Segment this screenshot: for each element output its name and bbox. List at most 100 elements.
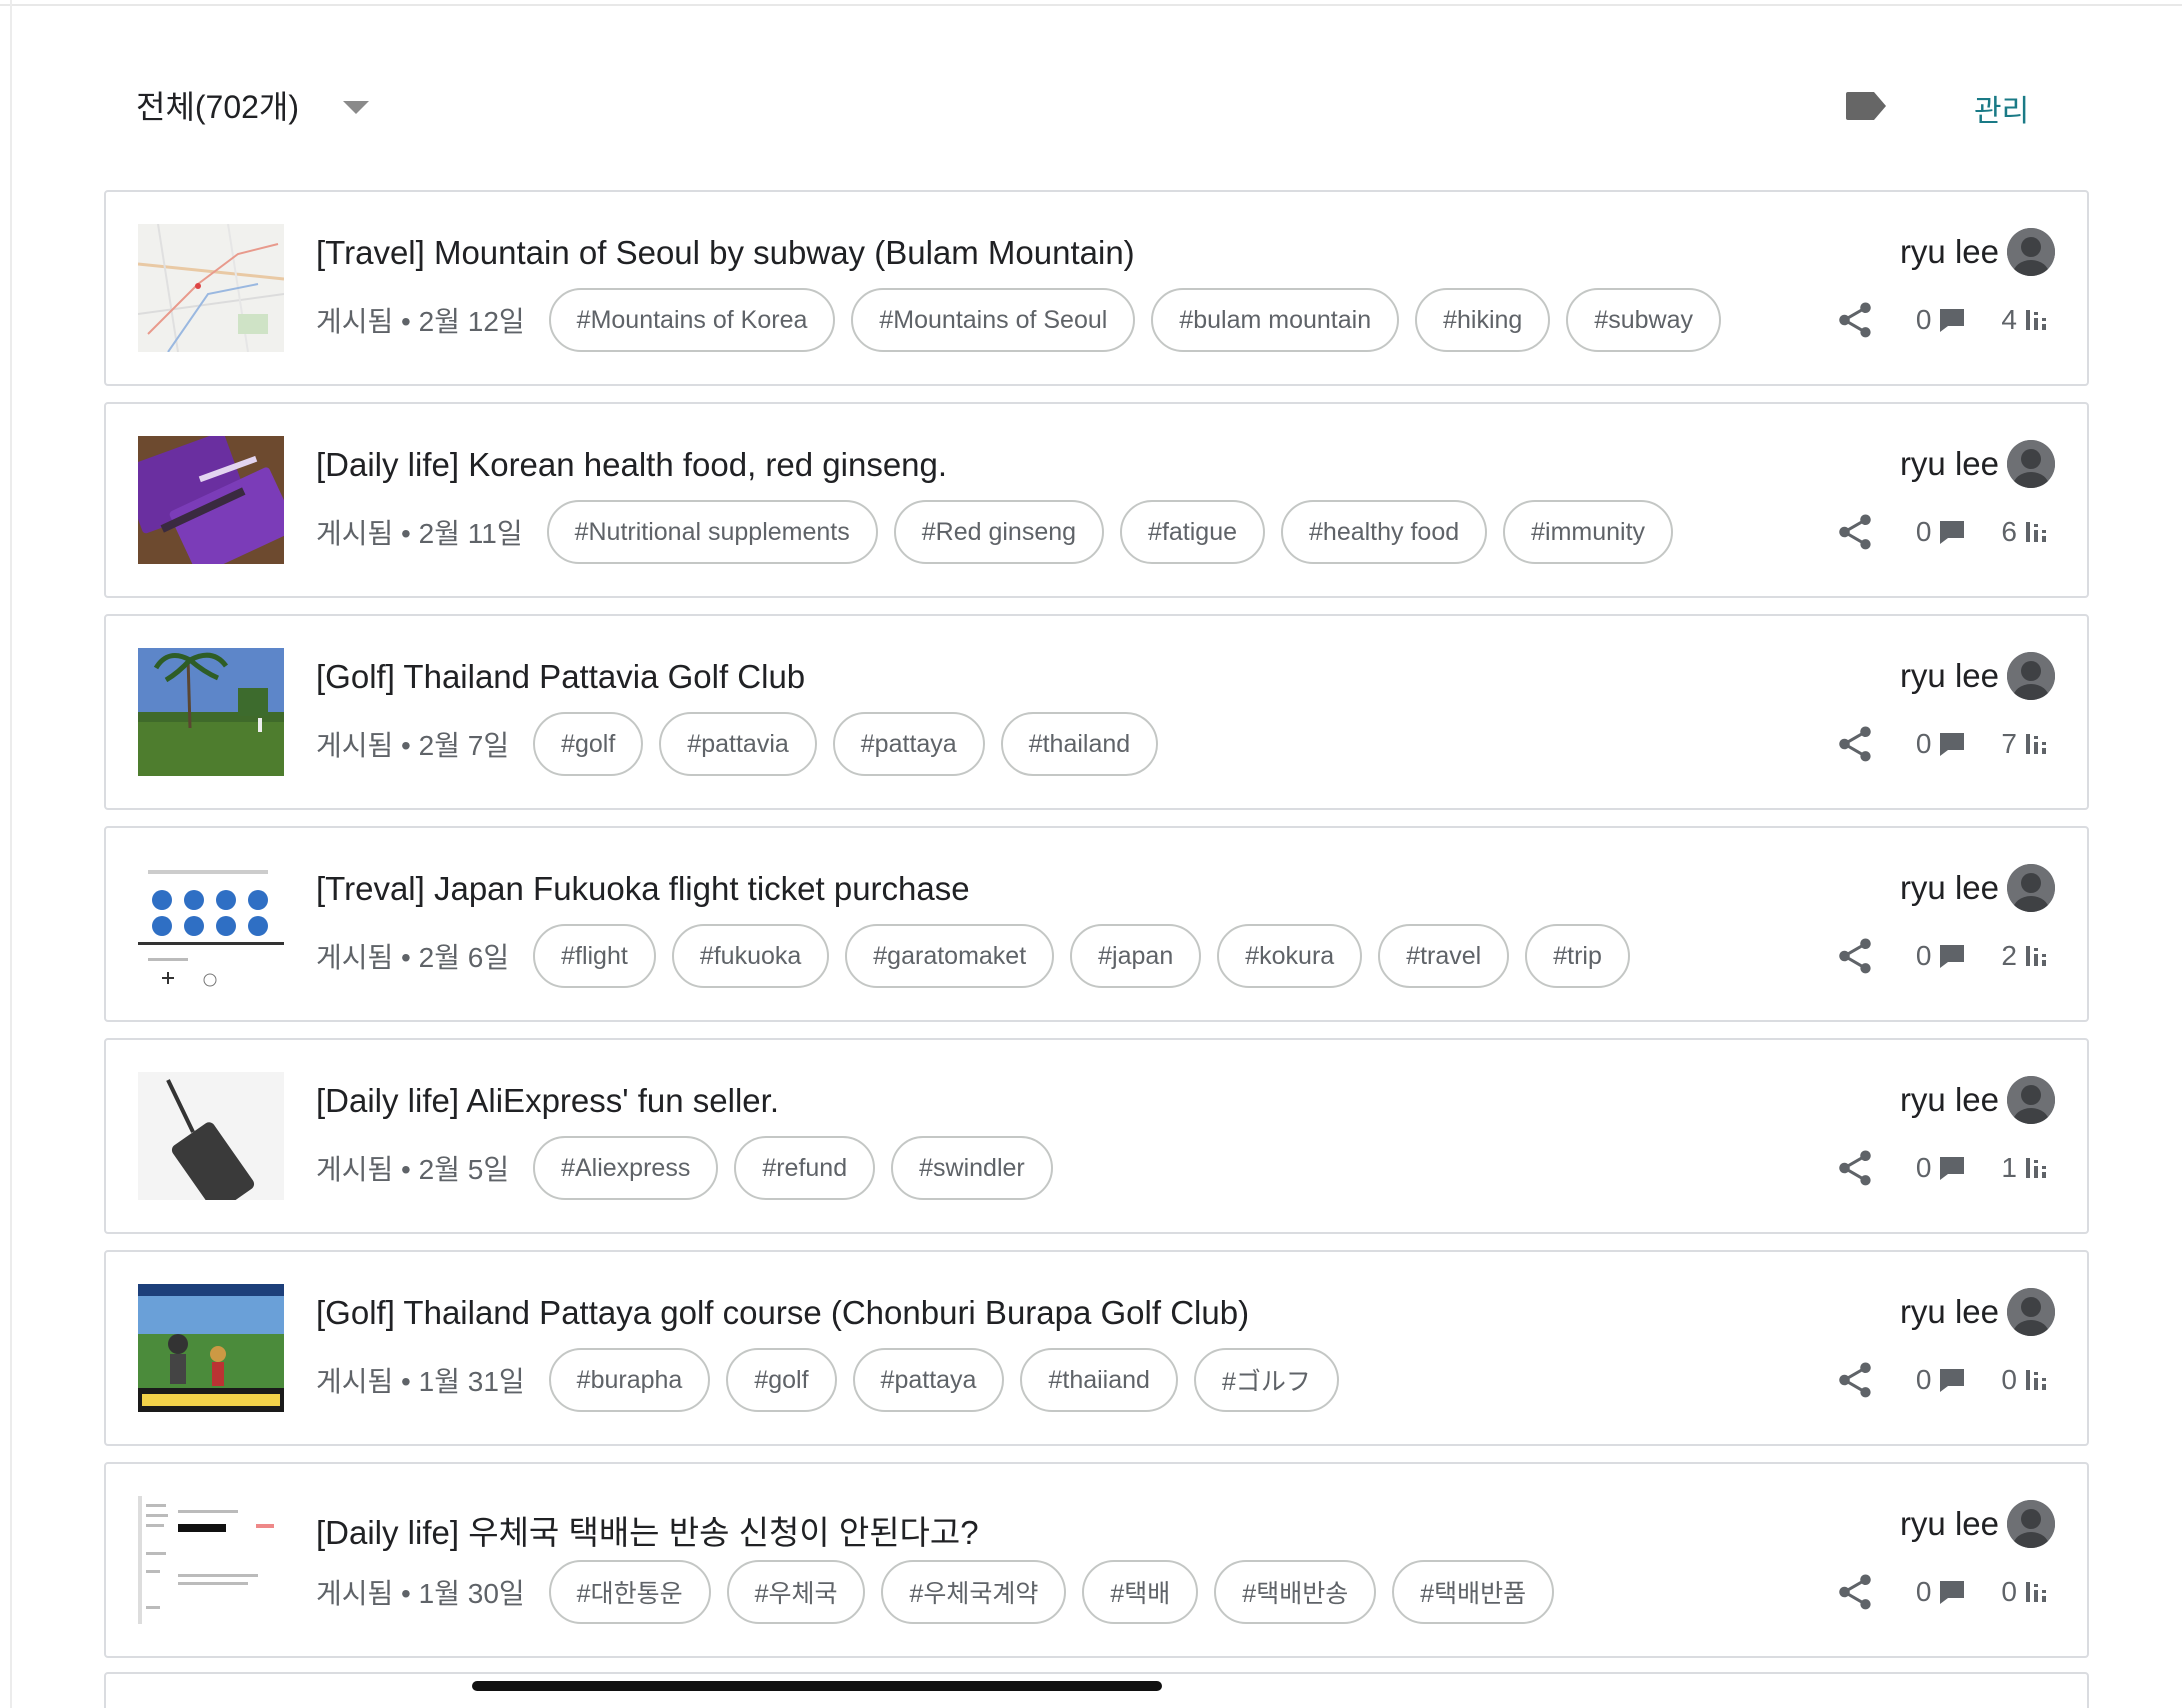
comment-count: 0 xyxy=(1915,728,1932,759)
post-tag[interactable]: #fatigue xyxy=(1120,500,1266,564)
post-thumbnail[interactable] xyxy=(138,860,284,988)
post-card[interactable]: [Golf] Thailand Pattavia Golf Club 게시됨 •… xyxy=(104,614,2089,810)
post-tag[interactable]: #trip xyxy=(1525,924,1630,988)
post-author: ryu lee xyxy=(1900,1076,2055,1124)
post-tag[interactable]: #thaiiand xyxy=(1020,1348,1178,1412)
post-title[interactable]: [Daily life] Korean health food, red gin… xyxy=(316,446,947,484)
post-tag[interactable]: #golf xyxy=(533,712,644,776)
post-thumbnail[interactable] xyxy=(138,1284,284,1412)
post-title[interactable]: [Golf] Thailand Pattavia Golf Club xyxy=(316,658,805,696)
post-tag[interactable]: #travel xyxy=(1378,924,1510,988)
share-icon[interactable] xyxy=(1834,1147,1876,1189)
post-tag[interactable]: #immunity xyxy=(1503,500,1674,564)
post-stats: 0 4 xyxy=(1834,296,2049,344)
post-card[interactable]: [Travel] Mountain of Seoul by subway (Bu… xyxy=(104,190,2089,386)
author-name: ryu lee xyxy=(1899,657,1999,694)
comment-icon xyxy=(1939,1156,1965,1180)
post-tag[interactable]: #Red ginseng xyxy=(893,500,1105,564)
post-tag[interactable]: #Aliexpress xyxy=(533,1136,719,1200)
post-tag[interactable]: #우체국 xyxy=(726,1560,866,1624)
post-card[interactable]: [Golf] Thailand Pattaya golf course (Cho… xyxy=(104,1250,2089,1446)
post-card[interactable]: [Daily life] AliExpress' fun seller. 게시됨… xyxy=(104,1038,2089,1234)
avatar xyxy=(2007,1288,2055,1336)
post-author: ryu lee xyxy=(1900,228,2055,276)
post-tag[interactable]: #우체국계약 xyxy=(881,1560,1067,1624)
author-name: ryu lee xyxy=(1899,1081,1999,1118)
post-stats: 0 1 xyxy=(1834,1144,2049,1192)
post-title[interactable]: [Treval] Japan Fukuoka flight ticket pur… xyxy=(316,870,970,908)
post-author: ryu lee xyxy=(1900,864,2055,912)
post-tag[interactable]: #택배반송 xyxy=(1214,1560,1377,1624)
share-icon[interactable] xyxy=(1834,1359,1876,1401)
post-title[interactable]: [Daily life] 우체국 택배는 반송 신청이 안된다고? xyxy=(316,1506,979,1554)
post-card[interactable]: [Daily life] Korean health food, red gin… xyxy=(104,402,2089,598)
comment-icon xyxy=(1939,944,1965,968)
post-tag[interactable]: #japan xyxy=(1070,924,1202,988)
post-date: 게시됨 • 2월 11일 xyxy=(316,518,523,549)
post-date: 게시됨 • 2월 5일 xyxy=(316,1154,510,1185)
post-thumbnail[interactable] xyxy=(138,224,284,352)
comment-icon xyxy=(1939,520,1965,544)
view-count: 6 xyxy=(2001,516,2017,547)
post-tag[interactable]: #pattaya xyxy=(832,712,985,776)
post-filter-dropdown[interactable]: 전체(702개) xyxy=(136,82,370,128)
comment-icon xyxy=(1939,308,1965,332)
post-tag[interactable]: #garatomaket xyxy=(845,924,1055,988)
post-thumbnail[interactable] xyxy=(138,1496,284,1624)
post-tag[interactable]: #burapha xyxy=(548,1348,711,1412)
share-icon[interactable] xyxy=(1834,723,1876,765)
post-card[interactable]: [Treval] Japan Fukuoka flight ticket pur… xyxy=(104,826,2089,1022)
post-date: 게시됨 • 2월 6일 xyxy=(316,942,510,973)
chevron-down-icon[interactable] xyxy=(343,100,370,114)
post-title[interactable]: [Travel] Mountain of Seoul by subway (Bu… xyxy=(316,234,1135,272)
top-divider xyxy=(0,0,2182,6)
comment-icon xyxy=(1939,1368,1965,1392)
author-name: ryu lee xyxy=(1899,1293,1999,1330)
share-icon[interactable] xyxy=(1834,511,1876,553)
post-title[interactable]: [Daily life] AliExpress' fun seller. xyxy=(316,1082,779,1120)
post-tag[interactable]: #Mountains of Korea xyxy=(548,288,836,352)
post-card[interactable]: [Daily life] 우체국 택배는 반송 신청이 안된다고? 게시됨 • … xyxy=(104,1462,2089,1658)
post-stats: 0 0 xyxy=(1834,1568,2049,1616)
left-divider xyxy=(0,0,12,1708)
bar-chart-icon xyxy=(2025,944,2049,968)
comment-count: 0 xyxy=(1915,1152,1932,1183)
share-icon[interactable] xyxy=(1834,1571,1876,1613)
avatar xyxy=(2007,652,2055,700)
post-tag[interactable]: #pattavia xyxy=(659,712,817,776)
post-thumbnail[interactable] xyxy=(138,436,284,564)
post-tag[interactable]: #Nutritional supplements xyxy=(546,500,878,564)
post-author: ryu lee xyxy=(1900,1288,2055,1336)
post-thumbnail[interactable] xyxy=(138,648,284,776)
post-tag[interactable]: #bulam mountain xyxy=(1151,288,1400,352)
post-tag[interactable]: #대한통운 xyxy=(548,1560,711,1624)
post-tag[interactable]: #pattaya xyxy=(852,1348,1005,1412)
post-tag[interactable]: #kokura xyxy=(1217,924,1363,988)
post-title[interactable]: [Golf] Thailand Pattaya golf course (Cho… xyxy=(316,1294,1249,1332)
view-count: 0 xyxy=(2001,1364,2017,1395)
label-icon[interactable] xyxy=(1844,90,1888,122)
post-date: 게시됨 • 1월 31일 xyxy=(316,1366,525,1397)
post-tag[interactable]: #fukuoka xyxy=(671,924,830,988)
post-tag[interactable]: #swindler xyxy=(891,1136,1053,1200)
manage-button[interactable]: 관리 xyxy=(1974,86,2029,130)
post-tag[interactable]: #healthy food xyxy=(1281,500,1488,564)
post-tag[interactable]: #택배 xyxy=(1082,1560,1199,1624)
post-tag[interactable]: #택배반품 xyxy=(1392,1560,1555,1624)
post-meta: 게시됨 • 2월 12일 #Mountains of Korea #Mountai… xyxy=(316,288,1737,352)
comment-count: 0 xyxy=(1915,304,1932,335)
share-icon[interactable] xyxy=(1834,935,1876,977)
post-tag[interactable]: #hiking xyxy=(1415,288,1551,352)
bar-chart-icon xyxy=(2025,1368,2049,1392)
post-tag[interactable]: #Mountains of Seoul xyxy=(851,288,1136,352)
post-tag[interactable]: #thailand xyxy=(1000,712,1159,776)
share-icon[interactable] xyxy=(1834,299,1876,341)
post-tag[interactable]: #golf xyxy=(726,1348,837,1412)
post-meta: 게시됨 • 2월 11일 #Nutritional supplements #Re… xyxy=(316,500,1689,564)
post-tag[interactable]: #ゴルフ xyxy=(1193,1348,1339,1412)
post-tag[interactable]: #flight xyxy=(533,924,656,988)
post-thumbnail[interactable] xyxy=(138,1072,284,1200)
post-tag[interactable]: #refund xyxy=(734,1136,876,1200)
post-tag[interactable]: #subway xyxy=(1566,288,1722,352)
avatar xyxy=(2007,1500,2055,1548)
